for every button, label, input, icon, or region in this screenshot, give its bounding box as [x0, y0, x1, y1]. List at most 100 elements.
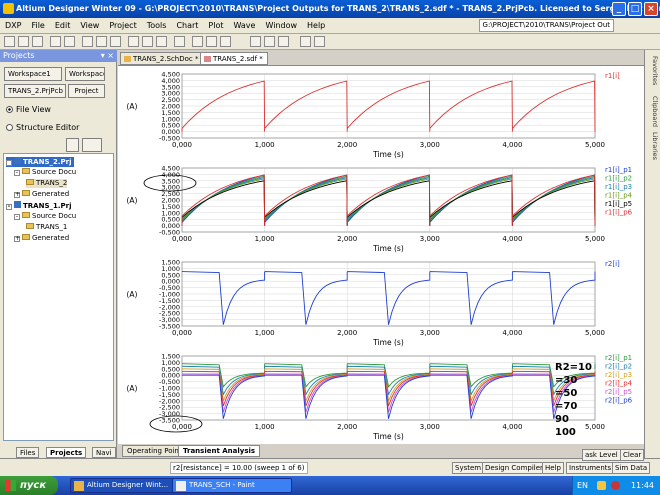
- panel-close-icon[interactable]: ▾ ×: [101, 50, 114, 62]
- status-bar: r2[resistance] = 10.00 (sweep 1 of 6) Sy…: [0, 458, 660, 476]
- y-axis-label: (A): [127, 290, 138, 299]
- design-compiler-button[interactable]: Design Compiler: [482, 462, 546, 474]
- toolbar: [0, 34, 660, 50]
- x-tick-label: 4,000: [502, 423, 522, 431]
- language-indicator[interactable]: EN: [577, 476, 588, 495]
- legend-entry: r2[i]_p6: [605, 397, 633, 405]
- project-select[interactable]: TRANS_2.PrjPcb: [4, 84, 66, 98]
- tray-icon[interactable]: [597, 481, 606, 490]
- tree-item-trans2-schdoc[interactable]: TRANS_2: [26, 179, 68, 188]
- workspace-select[interactable]: Workspace1: [4, 67, 62, 81]
- structure-editor-radio[interactable]: Structure Editor: [6, 123, 79, 133]
- forward-icon[interactable]: [314, 36, 325, 47]
- report-icon[interactable]: [278, 36, 289, 47]
- grid-icon[interactable]: [250, 36, 261, 47]
- print-icon[interactable]: [50, 36, 61, 47]
- tab-trans2-sdf[interactable]: TRANS_2.sdf *: [200, 52, 268, 65]
- tree-item-generated-1[interactable]: + Generated: [14, 190, 69, 199]
- tab-transient-analysis[interactable]: Transient Analysis: [178, 445, 261, 457]
- x-tick-label: 0,000: [172, 235, 192, 243]
- legend-entry: r1[i]_p3: [605, 183, 632, 191]
- menu-view[interactable]: View: [75, 18, 104, 33]
- tab-clipboard[interactable]: Clipboard: [647, 96, 659, 127]
- compile-icon[interactable]: [66, 138, 79, 152]
- chart-icon[interactable]: [192, 36, 203, 47]
- minimize-button[interactable]: _: [612, 2, 626, 16]
- menu-tools[interactable]: Tools: [142, 18, 172, 33]
- back-icon[interactable]: [300, 36, 311, 47]
- x-tick-label: 5,000: [585, 329, 605, 337]
- menu-dxp[interactable]: DXP: [0, 18, 26, 33]
- copy-icon[interactable]: [142, 36, 153, 47]
- structure-editor-label: Structure Editor: [16, 123, 80, 132]
- tab-projects[interactable]: Projects: [46, 447, 87, 458]
- workspace-button[interactable]: Workspace: [65, 67, 105, 81]
- print-preview-icon[interactable]: [64, 36, 75, 47]
- tab-libraries[interactable]: Libraries: [647, 132, 659, 160]
- menu-plot[interactable]: Plot: [203, 18, 228, 33]
- legend-entry: r1[i]_p1: [605, 166, 632, 174]
- mask-level-button[interactable]: ask Level: [582, 449, 621, 461]
- tab-operating-point[interactable]: Operating Point: [122, 445, 187, 457]
- tree-item-generated-2[interactable]: + Generated: [14, 234, 69, 243]
- annotation-label: =50: [555, 388, 577, 399]
- close-button[interactable]: ×: [644, 2, 658, 16]
- tree-item-trans2-project[interactable]: - TRANS_2.Prj: [6, 157, 74, 167]
- save-icon[interactable]: [32, 36, 43, 47]
- sweep-status: r2[resistance] = 10.00 (sweep 1 of 6): [170, 462, 308, 474]
- tab-navigator[interactable]: Navi: [92, 447, 116, 458]
- chart-panel-4: 1,5001,0000,5000,000-0,500-1,000-1,500-2…: [127, 353, 633, 442]
- system-tray: EN 11:44: [572, 476, 660, 495]
- tree-item-source-docs-1[interactable]: - Source Docu: [14, 168, 76, 177]
- sim-data-button[interactable]: Sim Data: [612, 462, 651, 474]
- x-tick-label: 1,000: [255, 329, 275, 337]
- help-button[interactable]: Help: [542, 462, 564, 474]
- paste-icon[interactable]: [156, 36, 167, 47]
- x-tick-label: 5,000: [585, 141, 605, 149]
- zoom-out-icon[interactable]: [96, 36, 107, 47]
- project-button[interactable]: Project: [68, 84, 105, 98]
- stop-icon[interactable]: [174, 36, 185, 47]
- tree-item-source-docs-2[interactable]: - Source Docu: [14, 212, 76, 221]
- menu-chart[interactable]: Chart: [171, 18, 203, 33]
- path-combobox[interactable]: G:\PROJECT\2010\TRANS\Project Out: [478, 19, 614, 32]
- x-tick-label: 5,000: [585, 423, 605, 431]
- tree-item-trans1-schdoc[interactable]: TRANS_1: [26, 223, 67, 232]
- x-axis-label: Time (s): [372, 432, 404, 441]
- annotation-label: 90: [555, 414, 569, 425]
- altium-task-icon: [74, 481, 84, 491]
- file-view-radio[interactable]: File View: [6, 105, 51, 115]
- zoom-fit-icon[interactable]: [110, 36, 121, 47]
- task-paint[interactable]: TRANS_SCH - Paint: [172, 478, 292, 493]
- cut-icon[interactable]: [128, 36, 139, 47]
- clear-button[interactable]: Clear: [620, 449, 645, 461]
- wave-icon[interactable]: [206, 36, 217, 47]
- menu-wave[interactable]: Wave: [229, 18, 261, 33]
- zoom-in-icon[interactable]: [82, 36, 93, 47]
- chart-panel-1: 4,5004,0003,5003,0002,5002,0001,5001,000…: [127, 71, 620, 160]
- title-bar: Altium Designer Winter 09 - G:\PROJECT\2…: [0, 0, 660, 18]
- tab-trans2-schdoc[interactable]: TRANS_2.SchDoc *: [120, 52, 204, 65]
- annotation-label: R2=10: [555, 362, 592, 373]
- open-icon[interactable]: [18, 36, 29, 47]
- menu-edit[interactable]: Edit: [50, 18, 76, 33]
- system-button[interactable]: System: [452, 462, 485, 474]
- menu-window[interactable]: Window: [260, 18, 302, 33]
- instruments-button[interactable]: Instruments: [566, 462, 615, 474]
- tray-alert-icon[interactable]: [611, 481, 620, 490]
- legend-entry: r2[i]_p4: [605, 380, 633, 388]
- menu-file[interactable]: File: [26, 18, 49, 33]
- tab-files[interactable]: Files: [16, 447, 40, 458]
- new-icon[interactable]: [4, 36, 15, 47]
- options-icon[interactable]: [82, 138, 102, 152]
- cursor-icon[interactable]: [220, 36, 231, 47]
- tab-favorites[interactable]: Favorites: [647, 56, 659, 85]
- menu-help[interactable]: Help: [302, 18, 330, 33]
- legend-entry: r1[i]_p5: [605, 200, 632, 208]
- maximize-button[interactable]: □: [628, 2, 642, 16]
- series-line: [181, 271, 596, 325]
- tree-item-trans1-project[interactable]: - TRANS_1.Prj: [6, 201, 72, 211]
- start-button[interactable]: пуск: [0, 476, 58, 495]
- table-icon[interactable]: [264, 36, 275, 47]
- menu-project[interactable]: Project: [104, 18, 141, 33]
